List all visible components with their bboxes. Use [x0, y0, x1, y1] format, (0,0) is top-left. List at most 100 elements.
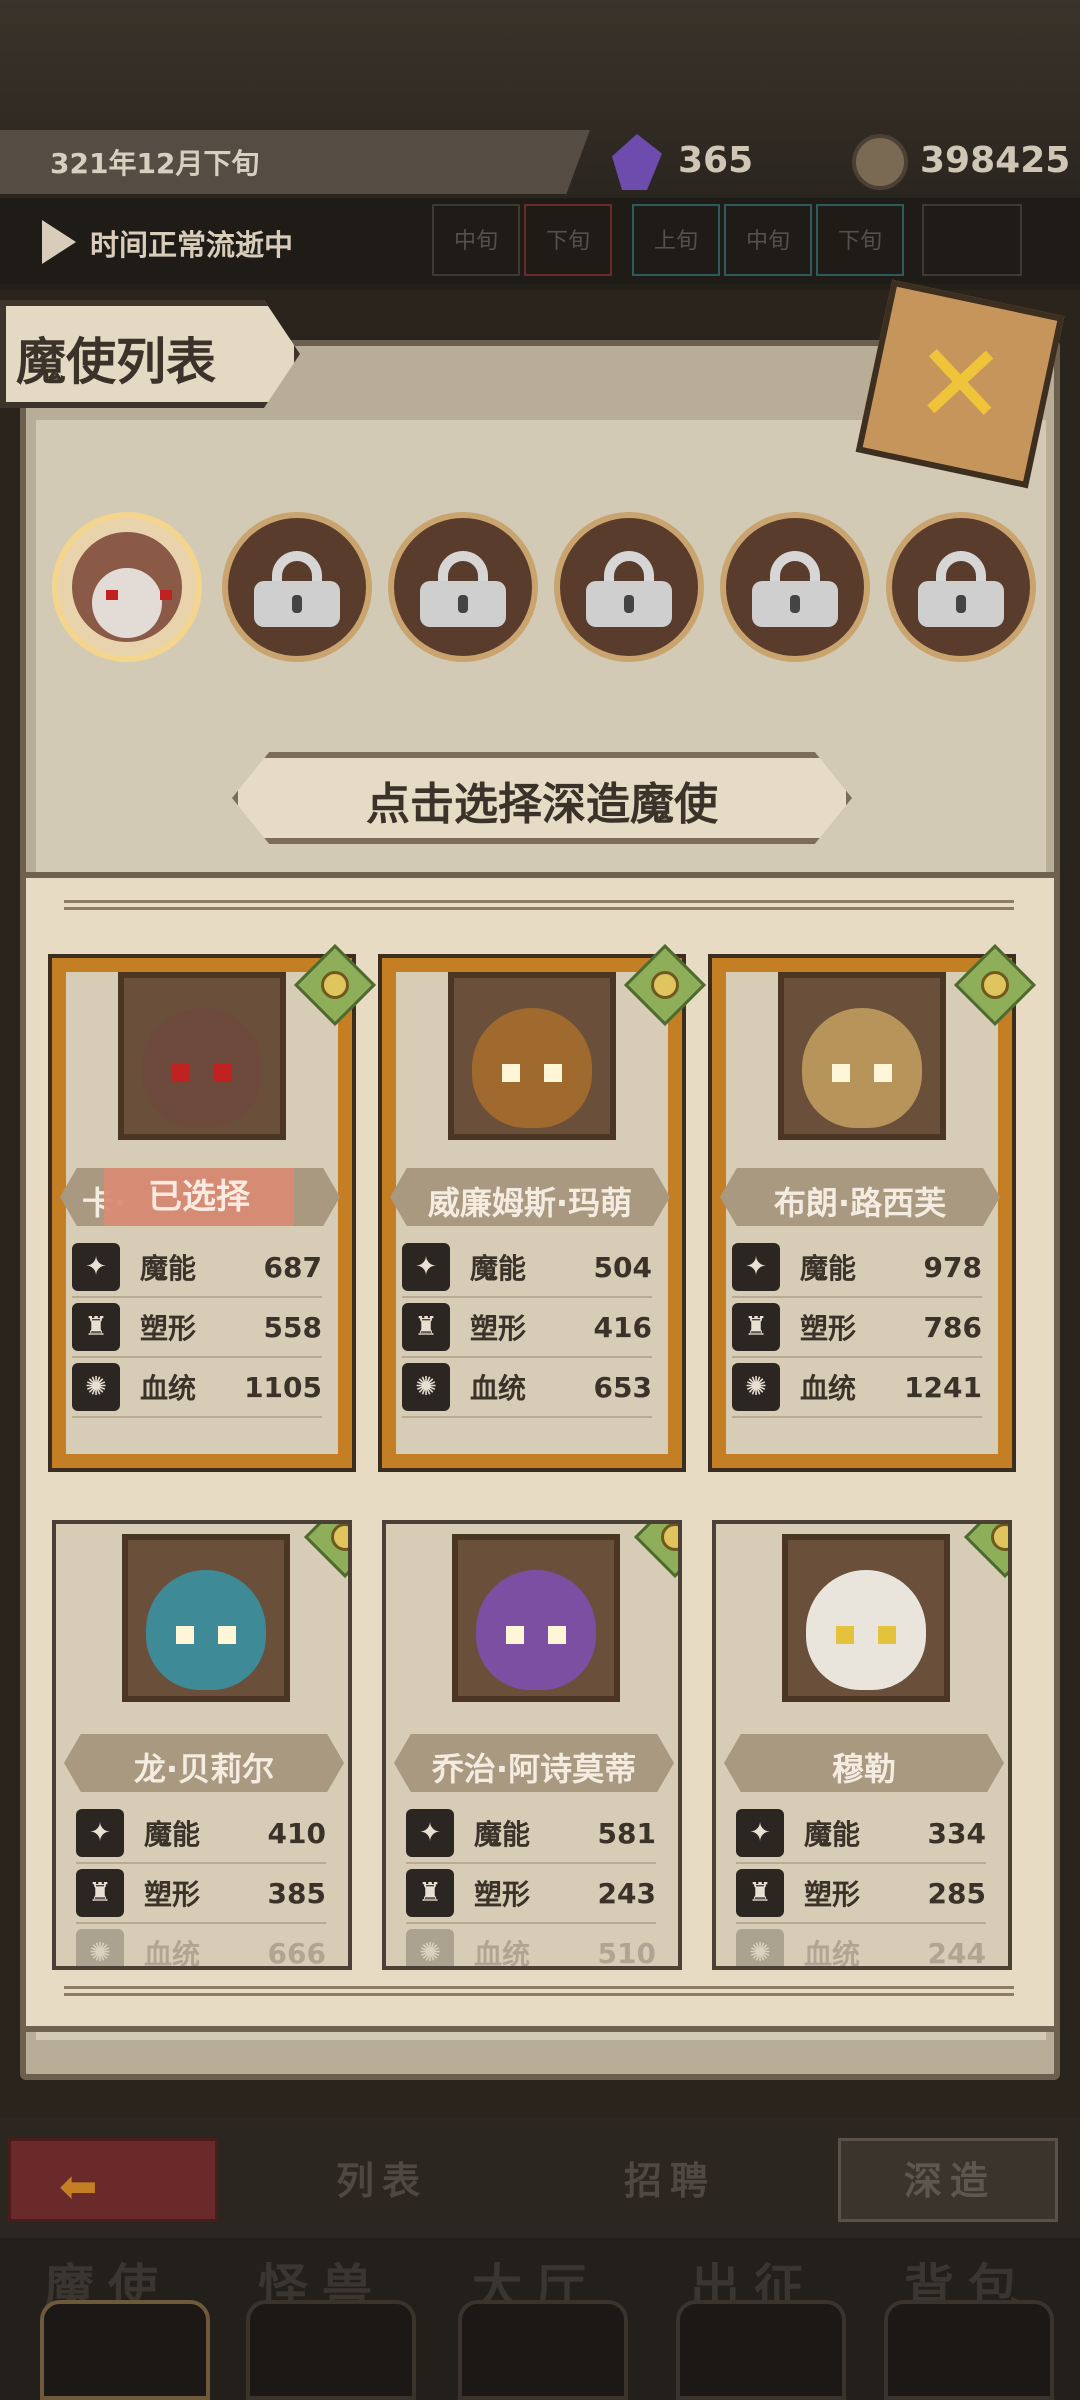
- stat-label: 塑形: [804, 1878, 861, 1911]
- magnify-badge-icon[interactable]: [963, 1524, 1008, 1579]
- character-name: 布朗·路西芙: [773, 1184, 947, 1222]
- coin-icon: [852, 134, 908, 190]
- stat-row: ✺ 血统 653: [402, 1358, 652, 1418]
- stat-value: 666: [267, 1936, 326, 1970]
- stat-label: 塑形: [144, 1878, 201, 1911]
- nav-monster-icon[interactable]: [246, 2300, 416, 2400]
- nav-hall-icon[interactable]: [458, 2300, 628, 2400]
- body-icon: ♜: [732, 1303, 780, 1351]
- character-name: 龙·贝莉尔: [133, 1750, 275, 1788]
- lock-icon: [752, 551, 838, 627]
- stat-label: 血统: [470, 1372, 527, 1405]
- stats-list: ✦ 魔能 978 ♜ 塑形 786 ✺ 血统 1241: [732, 1238, 982, 1418]
- stat-value: 410: [267, 1816, 326, 1850]
- stat-row: ✦ 魔能 410: [76, 1804, 326, 1864]
- close-button[interactable]: ✕: [855, 279, 1065, 489]
- stat-row: ✺ 血统 1105: [72, 1358, 322, 1418]
- bloodline-icon: ✺: [402, 1363, 450, 1411]
- character-card[interactable]: 布朗·路西芙 ✦ 魔能 978 ♜ 塑形 786 ✺ 血统 1241: [708, 943, 1037, 1472]
- back-button[interactable]: ⬅: [8, 2138, 218, 2222]
- avatar-slot-locked[interactable]: [720, 512, 870, 662]
- time-cell: 中旬: [724, 204, 812, 276]
- stat-row: ✺ 血统 666: [76, 1924, 326, 1970]
- character-card[interactable]: 威廉姆斯·玛萌 ✦ 魔能 504 ♜ 塑形 416 ✺ 血统 653: [378, 943, 707, 1472]
- nav-mage-icon[interactable]: [40, 2300, 210, 2400]
- character-card[interactable]: 卡· 已选择 ✦魔能687 ♜塑形558 ✺血统1105: [48, 943, 377, 1472]
- time-cell: 中旬: [432, 204, 520, 276]
- magic-icon: ✦: [402, 1243, 450, 1291]
- stat-row: ✦ 魔能 334: [736, 1804, 986, 1864]
- stat-label: 血统: [140, 1372, 197, 1405]
- stat-label: 血统: [800, 1372, 857, 1405]
- tab-list[interactable]: 列表: [336, 2150, 428, 2205]
- avatar-slot-selected[interactable]: [52, 512, 202, 662]
- character-name: 穆勒: [831, 1750, 896, 1788]
- stat-value: 243: [597, 1876, 656, 1910]
- scroll-rod-top: [64, 900, 1014, 910]
- stat-value: 687: [263, 1250, 322, 1284]
- stat-row: ✺ 血统 1241: [732, 1358, 982, 1418]
- character-card[interactable]: 乔治·阿诗莫蒂 ✦ 魔能 581 ♜ 塑形 243 ✺ 血统 510: [382, 1520, 682, 1970]
- stat-row: ♜ 塑形 786: [732, 1298, 982, 1358]
- avatar-slot-locked[interactable]: [554, 512, 704, 662]
- stat-value: 1241: [904, 1370, 982, 1404]
- body-icon: ♜: [402, 1303, 450, 1351]
- stat-value: 653: [593, 1370, 652, 1404]
- tab-study[interactable]: 深造: [904, 2150, 996, 2205]
- stat-value: 416: [593, 1310, 652, 1344]
- character-portrait: [122, 1534, 290, 1702]
- character-card[interactable]: 穆勒 ✦ 魔能 334 ♜ 塑形 285 ✺ 血统 244: [712, 1520, 1012, 1970]
- stat-label: 塑形: [470, 1312, 527, 1345]
- character-card[interactable]: 龙·贝莉尔 ✦ 魔能 410 ♜ 塑形 385 ✺ 血统 666: [52, 1520, 352, 1970]
- body-icon: ♜: [406, 1869, 454, 1917]
- stat-row: ♜ 塑形 243: [406, 1864, 656, 1924]
- magnify-badge-icon[interactable]: [303, 1524, 348, 1579]
- stat-row: ♜ 塑形 285: [736, 1864, 986, 1924]
- calendar-icon[interactable]: [922, 204, 1022, 276]
- stat-value: 786: [923, 1310, 982, 1344]
- close-icon: ✕: [911, 318, 1009, 450]
- stats-list: ✦ 魔能 687 ♜ 塑形 558 ✺ 血统 1105: [72, 1238, 322, 1418]
- time-cell: 下旬: [816, 204, 904, 276]
- magic-icon: ✦: [736, 1809, 784, 1857]
- bloodline-icon: ✺: [72, 1363, 120, 1411]
- time-status: 时间正常流逝中: [90, 228, 294, 262]
- avatar-slot-locked[interactable]: [388, 512, 538, 662]
- stat-label: 魔能: [470, 1252, 527, 1285]
- scroll-rod-bottom: [64, 1986, 1014, 1996]
- lock-icon: [918, 551, 1004, 627]
- character-name: 威廉姆斯·玛萌: [427, 1184, 633, 1222]
- avatar-slot-locked[interactable]: [222, 512, 372, 662]
- panel-title: 魔使列表: [16, 333, 216, 391]
- stat-value: 285: [927, 1876, 986, 1910]
- character-portrait: [118, 972, 286, 1140]
- select-prompt: 点击选择深造魔使: [366, 779, 718, 830]
- magic-icon: ✦: [76, 1809, 124, 1857]
- avatar-portrait: [72, 532, 182, 642]
- lock-icon: [586, 551, 672, 627]
- selected-badge: 已选择: [104, 1168, 294, 1226]
- stats-list: ✦ 魔能 581 ♜ 塑形 243 ✺ 血统 510: [406, 1804, 656, 1966]
- tab-recruit[interactable]: 招聘: [624, 2150, 716, 2205]
- stat-label: 魔能: [144, 1818, 201, 1851]
- gem-count: 365: [678, 140, 754, 181]
- magic-icon: ✦: [406, 1809, 454, 1857]
- stat-label: 塑形: [800, 1312, 857, 1345]
- stat-row: ✦ 魔能 687: [72, 1238, 322, 1298]
- stat-row: ♜ 塑形 558: [72, 1298, 322, 1358]
- portrait-eyes: [172, 1064, 232, 1082]
- date-label: 321年12月下旬: [50, 147, 260, 180]
- lock-icon: [420, 551, 506, 627]
- nav-expedition-icon[interactable]: [676, 2300, 846, 2400]
- stat-value: 581: [597, 1816, 656, 1850]
- nav-bag-icon[interactable]: [884, 2300, 1054, 2400]
- stat-value: 504: [593, 1250, 652, 1284]
- play-icon[interactable]: [42, 220, 76, 264]
- magnify-badge-icon[interactable]: [633, 1524, 678, 1579]
- avatar-slot-locked[interactable]: [886, 512, 1036, 662]
- portrait-eyes: [502, 1064, 562, 1082]
- stat-value: 1105: [244, 1370, 322, 1404]
- stat-label: 血统: [144, 1938, 201, 1970]
- coin-count: 398425: [920, 140, 1071, 181]
- body-icon: ♜: [76, 1869, 124, 1917]
